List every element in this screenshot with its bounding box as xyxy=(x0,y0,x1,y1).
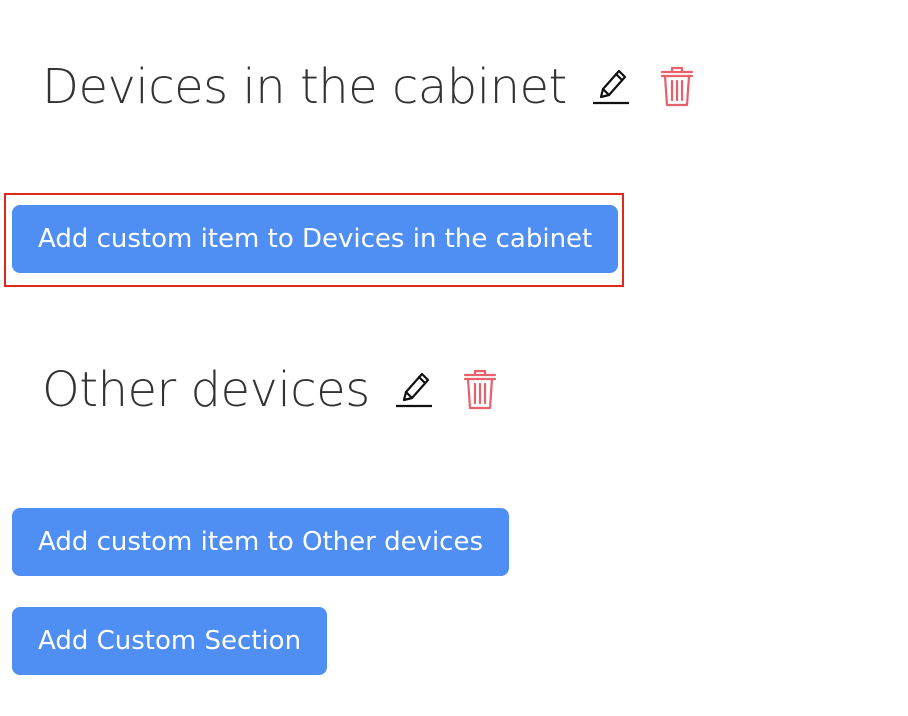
trash-icon[interactable] xyxy=(462,368,498,412)
trash-icon[interactable] xyxy=(659,65,695,109)
section-title: Devices in the cabinet xyxy=(42,59,567,115)
section-title: Other devices xyxy=(42,362,370,418)
pencil-icon[interactable] xyxy=(591,65,631,109)
section-header-other-devices: Other devices xyxy=(42,355,498,425)
add-custom-item-other-devices-button[interactable]: Add custom item to Other devices xyxy=(12,508,510,576)
add-custom-section-button[interactable]: Add Custom Section xyxy=(12,607,328,675)
add-custom-item-devices-cabinet-button[interactable]: Add custom item to Devices in the cabine… xyxy=(12,205,619,273)
section-header-devices-in-cabinet: Devices in the cabinet xyxy=(42,52,695,122)
pencil-icon[interactable] xyxy=(394,368,434,412)
